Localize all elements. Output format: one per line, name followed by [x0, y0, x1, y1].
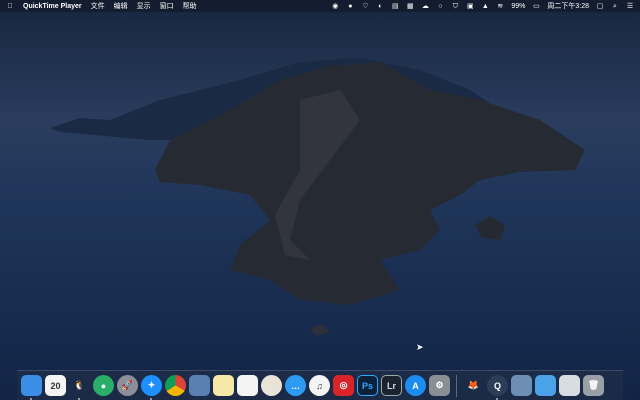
- dock-item-glyph: …: [291, 380, 300, 391]
- dock: 20 🐧 ● 🚀 ✦ … ♫ ◎ Ps Lr A ⚙ 🦊 Q 🗑: [17, 370, 623, 400]
- spotlight-search-icon[interactable]: ⌕: [611, 3, 619, 10]
- dock-item-glyph: 🚀: [121, 380, 134, 390]
- cloud-icon[interactable]: ☁: [421, 3, 429, 10]
- dock-downloads-folder-icon[interactable]: [535, 375, 556, 396]
- dock-screen-sharing-icon[interactable]: [559, 375, 580, 396]
- dock-notes-icon[interactable]: [213, 375, 234, 396]
- apple-menu-icon[interactable]: : [6, 3, 14, 10]
- dock-app-store-icon[interactable]: A: [405, 375, 426, 396]
- wifi-icon[interactable]: ≋: [496, 3, 504, 10]
- dock-photoshop-icon[interactable]: Ps: [357, 375, 378, 396]
- clock[interactable]: 周二下午3:28: [547, 1, 589, 11]
- notification-center-icon[interactable]: ☰: [626, 3, 634, 10]
- desktop-wallpaper: [0, 0, 640, 400]
- dock-calendar-icon[interactable]: 20: [45, 375, 66, 396]
- dock-safari-icon[interactable]: ✦: [141, 375, 162, 400]
- dock-item-glyph: ⚙: [435, 380, 444, 390]
- dock-chrome-icon[interactable]: [165, 375, 186, 396]
- stats-icon[interactable]: ▤: [391, 3, 399, 10]
- dock-qq-icon[interactable]: 🐧: [69, 375, 90, 400]
- record-icon[interactable]: ◉: [331, 3, 339, 10]
- network-stats-icon[interactable]: ▦: [406, 3, 414, 10]
- dock-finder-icon[interactable]: [21, 375, 42, 400]
- dock-item-glyph: 🐧: [73, 380, 86, 390]
- dock-messages-icon[interactable]: …: [285, 375, 306, 396]
- dock-system-preferences-icon[interactable]: ⚙: [429, 375, 450, 396]
- menu-window[interactable]: 窗口: [160, 1, 174, 11]
- dock-item-glyph: Q: [493, 380, 501, 391]
- mouse-pointer-icon: ➤: [416, 342, 424, 352]
- dock-quicktime-icon[interactable]: Q: [487, 375, 508, 400]
- battery-percent[interactable]: 99%: [511, 3, 525, 10]
- dock-item-glyph: ✦: [147, 380, 156, 390]
- dock-separator: [456, 374, 457, 397]
- battery-icon[interactable]: ▭: [532, 3, 540, 10]
- dock-lightroom-icon[interactable]: Lr: [381, 375, 402, 396]
- dock-trash-icon[interactable]: 🗑: [583, 375, 604, 396]
- menu-help[interactable]: 帮助: [183, 1, 197, 11]
- user-icon[interactable]: ▢: [596, 3, 604, 10]
- dock-photos-icon[interactable]: [261, 375, 282, 396]
- circle-icon[interactable]: ○: [436, 3, 444, 10]
- dock-item-glyph: Ps: [361, 380, 373, 391]
- dock-item-glyph: ♫: [316, 380, 323, 391]
- shield-icon[interactable]: ⛉: [451, 3, 459, 10]
- dock-item-glyph: Lr: [387, 380, 396, 391]
- dock-itunes-icon[interactable]: ♫: [309, 375, 330, 396]
- menu-view[interactable]: 显示: [137, 1, 151, 11]
- dock-reminders-icon[interactable]: [237, 375, 258, 396]
- dock-item-glyph: ●: [100, 380, 107, 391]
- menu-file[interactable]: 文件: [91, 1, 105, 11]
- dock-image-capture-icon[interactable]: [511, 375, 532, 396]
- dock-gitlab-icon[interactable]: 🦊: [463, 375, 484, 396]
- airplay-icon[interactable]: ▲: [481, 3, 489, 10]
- menu-bar:  QuickTime Player 文件 编辑 显示 窗口 帮助 ◉ ● ♡ …: [0, 0, 640, 12]
- dock-wechat-icon[interactable]: ●: [93, 375, 114, 396]
- dock-item-glyph: 🦊: [467, 380, 480, 390]
- dock-item-glyph: ◎: [339, 380, 348, 390]
- dock-launchpad-icon[interactable]: 🚀: [117, 375, 138, 396]
- dock-item-glyph: 20: [50, 380, 61, 391]
- dock-item-glyph: 🗑: [587, 380, 600, 390]
- heart-monitor-icon[interactable]: ♡: [361, 3, 369, 10]
- dock-netease-music-icon[interactable]: ◎: [333, 375, 354, 396]
- input-method-icon[interactable]: ◐: [376, 3, 384, 10]
- menu-edit[interactable]: 编辑: [114, 1, 128, 11]
- dock-preview-icon[interactable]: [189, 375, 210, 396]
- dock-item-glyph: A: [412, 380, 419, 391]
- app-menu[interactable]: QuickTime Player: [23, 3, 82, 10]
- display-icon[interactable]: ▣: [466, 3, 474, 10]
- qq-status-icon[interactable]: ●: [346, 3, 354, 10]
